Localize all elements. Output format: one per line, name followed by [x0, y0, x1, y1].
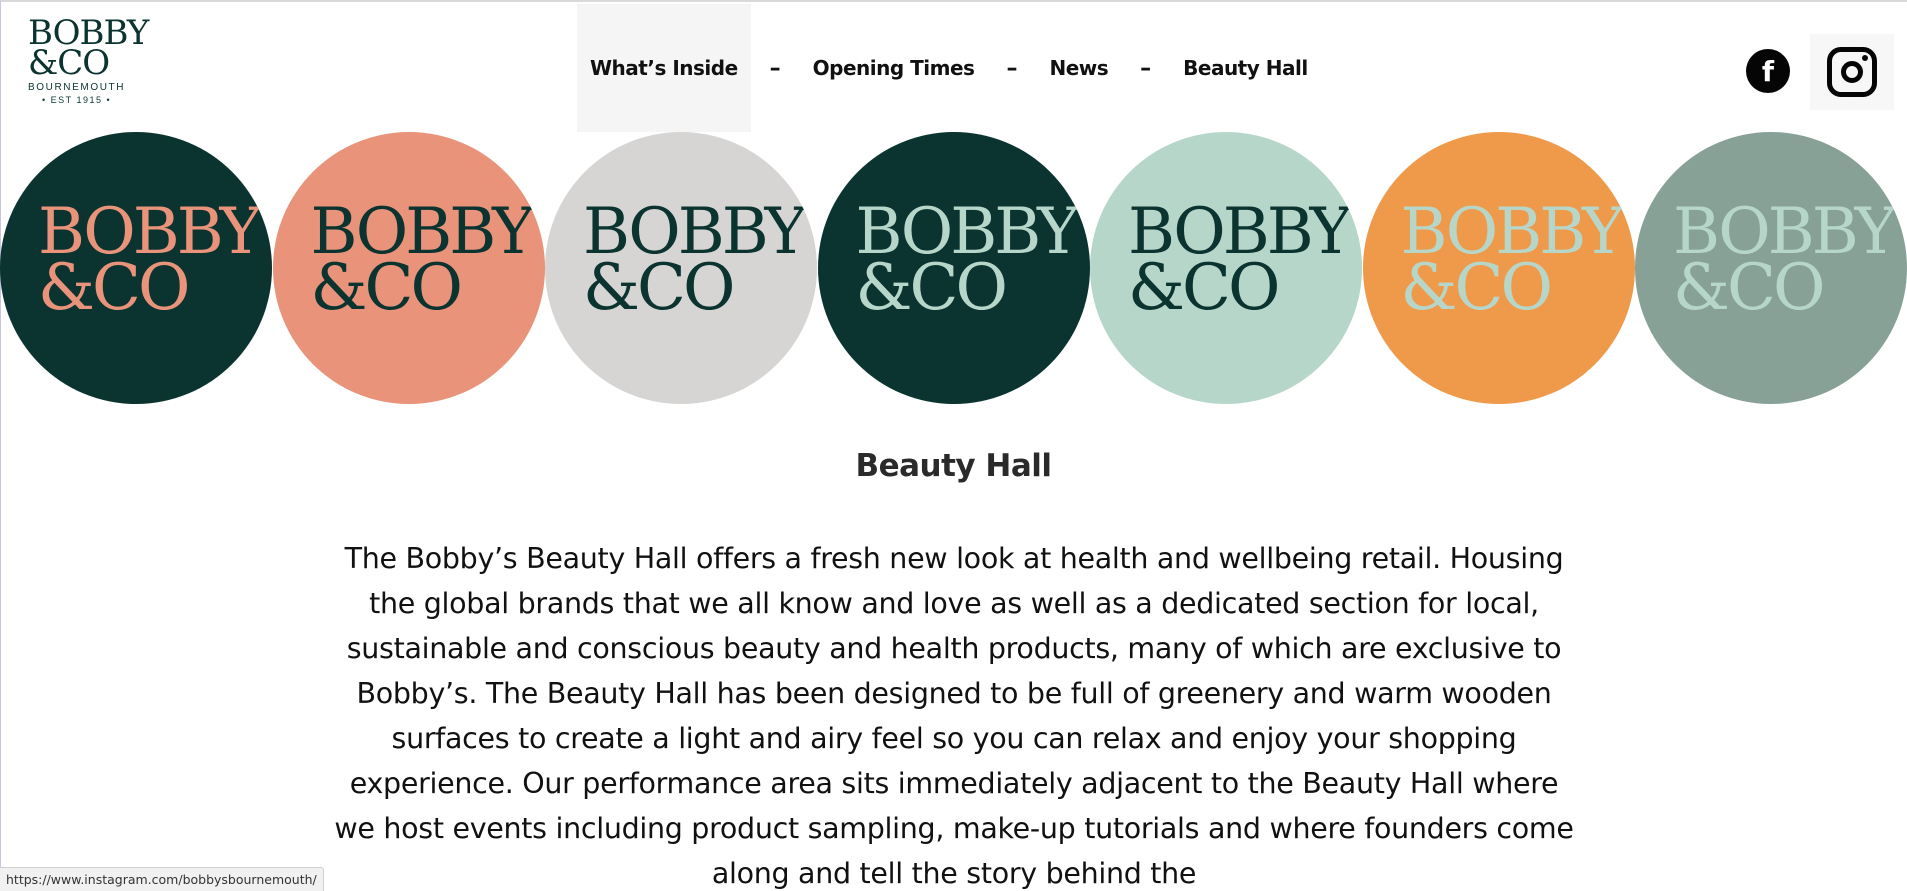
facebook-icon[interactable]: f [1746, 49, 1790, 93]
browser-status-url: https://www.instagram.com/bobbysbournemo… [0, 867, 324, 891]
brand-logo-circle-text: BOBBY &CO [1401, 200, 1625, 320]
logo-location: BOURNEMOUTH [28, 82, 126, 93]
page-description: The Bobby’s Beauty Hall offers a fresh n… [334, 542, 1574, 890]
page-title: Beauty Hall [855, 448, 1052, 484]
facebook-glyph: f [1761, 54, 1775, 88]
brand-logo-circle-text: BOBBY &CO [1128, 200, 1352, 320]
nav-separator: – [1006, 55, 1018, 81]
nav-item-opening-times[interactable]: Opening Times [800, 4, 988, 132]
brand-logo-circle: BOBBY &CO [1090, 132, 1362, 404]
brand-logo-circle: BOBBY &CO [545, 132, 817, 404]
brand-logo-circle-text: BOBBY &CO [856, 200, 1080, 320]
brand-logo-circle-text: BOBBY &CO [583, 200, 807, 320]
nav-item-whats-inside[interactable]: What’s Inside [577, 4, 751, 132]
nav-item-news[interactable]: News [1036, 4, 1121, 132]
brand-logo-circle-text: BOBBY &CO [38, 200, 262, 320]
brand-logo-circle-text: BOBBY &CO [311, 200, 535, 320]
brand-logo-circle: BOBBY &CO [1362, 132, 1635, 404]
brand-logo-circle: BOBBY &CO [272, 132, 545, 404]
brand-logo-circle: BOBBY &CO [817, 132, 1090, 404]
instagram-icon [1827, 47, 1877, 97]
brand-circle-strip: BOBBY &CO BOBBY &CO BOBBY &CO BOBBY &CO BOBBY &CO… [0, 132, 1907, 404]
nav-separator: – [1140, 55, 1152, 81]
instagram-link[interactable] [1810, 34, 1894, 110]
site-logo[interactable]: BOBBY &CO BOURNEMOUTH • EST 1915 • [28, 16, 149, 110]
brand-logo-circle: BOBBY &CO [0, 132, 272, 404]
brand-logo-circle-text: BOBBY &CO [1673, 200, 1897, 320]
nav-separator: – [769, 55, 781, 81]
main-nav: What’s Inside – Opening Times – News – B… [577, 4, 1321, 132]
brand-logo-circle: BOBBY &CO [1635, 132, 1907, 404]
nav-item-beauty-hall[interactable]: Beauty Hall [1170, 4, 1321, 132]
logo-established: • EST 1915 • [42, 95, 112, 105]
